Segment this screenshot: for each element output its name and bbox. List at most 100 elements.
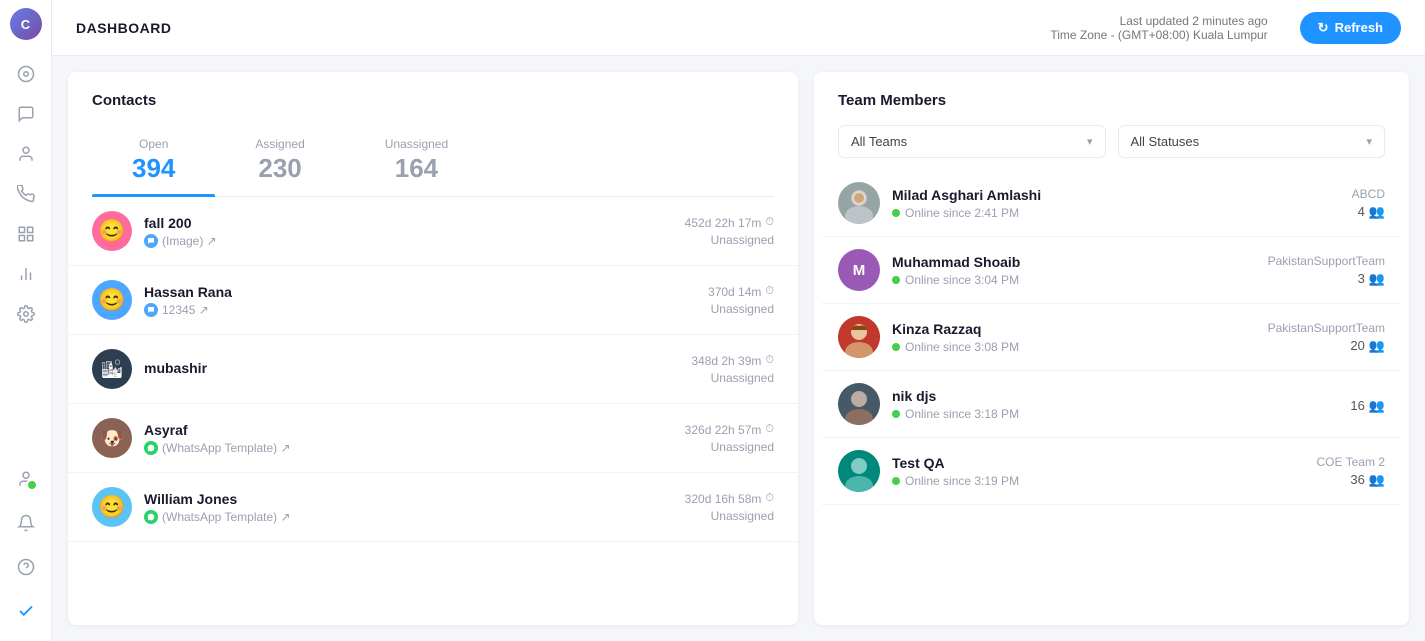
team-member-item[interactable]: Test QA Online since 3:19 PM COE Team 2 … bbox=[822, 438, 1401, 505]
member-status: Online since 2:41 PM bbox=[892, 206, 1340, 220]
contact-item[interactable]: 😊 Hassan Rana 12345 ↗ 370d 14m ⏱ Unassig… bbox=[68, 266, 798, 335]
contacts-tabs: Open 394 Assigned 230 Unassigned 164 bbox=[92, 125, 774, 197]
member-meta: PakistanSupportTeam 3 👥 bbox=[1268, 254, 1385, 287]
people-icon: 👥 bbox=[1369, 472, 1385, 488]
member-name: nik djs bbox=[892, 388, 1338, 404]
contact-avatar: 😊 bbox=[92, 280, 132, 320]
contact-sub: 12345 ↗ bbox=[144, 303, 696, 317]
contact-meta: 320d 16h 58m ⏱ Unassigned bbox=[685, 492, 774, 523]
tab-assigned-value: 230 bbox=[255, 153, 304, 184]
contact-channel-label: (WhatsApp Template) ↗ bbox=[162, 510, 291, 524]
sidebar-item-broadcast[interactable] bbox=[8, 176, 44, 212]
contact-item[interactable]: 😊 fall 200 (Image) ↗ 452d 22h 17m ⏱ Unas… bbox=[68, 197, 798, 266]
member-team: PakistanSupportTeam bbox=[1268, 321, 1385, 335]
contact-time: 370d 14m ⏱ bbox=[708, 285, 774, 299]
contact-info: mubashir bbox=[132, 360, 691, 379]
team-member-item[interactable]: Kinza Razzaq Online since 3:08 PM Pakist… bbox=[822, 304, 1401, 371]
member-avatar bbox=[838, 182, 880, 224]
contact-info: William Jones (WhatsApp Template) ↗ bbox=[132, 491, 685, 524]
member-name: Milad Asghari Amlashi bbox=[892, 187, 1340, 203]
contact-status: Unassigned bbox=[708, 302, 774, 316]
refresh-label: Refresh bbox=[1335, 20, 1383, 35]
contact-time: 326d 22h 57m ⏱ bbox=[685, 423, 774, 437]
contact-status: Unassigned bbox=[685, 509, 774, 523]
online-dot bbox=[892, 343, 900, 351]
member-meta: ABCD 4 👥 bbox=[1352, 187, 1385, 220]
sidebar-item-agents[interactable] bbox=[8, 461, 44, 497]
contact-info: fall 200 (Image) ↗ bbox=[132, 215, 685, 248]
team-member-item[interactable]: nik djs Online since 3:18 PM 16 👥 bbox=[822, 371, 1401, 438]
contact-sub: (WhatsApp Template) ↗ bbox=[144, 441, 673, 455]
contact-item[interactable]: 🏙 mubashir 348d 2h 39m ⏱ Unassigned bbox=[68, 335, 798, 404]
member-meta: 16 👥 bbox=[1350, 395, 1385, 414]
sidebar-item-settings[interactable] bbox=[8, 296, 44, 332]
contact-name: Asyraf bbox=[144, 422, 673, 438]
contact-sub: (Image) ↗ bbox=[144, 234, 673, 248]
member-count: 20 👥 bbox=[1268, 338, 1385, 354]
contact-item[interactable]: 😊 William Jones (WhatsApp Template) ↗ 32… bbox=[68, 473, 798, 542]
member-info: Milad Asghari Amlashi Online since 2:41 … bbox=[880, 187, 1352, 220]
contact-channel-label: 12345 ↗ bbox=[162, 303, 209, 317]
sidebar-item-chat[interactable] bbox=[8, 96, 44, 132]
contact-name: William Jones bbox=[144, 491, 673, 507]
header-info: Last updated 2 minutes ago Time Zone - (… bbox=[1050, 14, 1267, 42]
contact-item[interactable]: 🐶 Asyraf (WhatsApp Template) ↗ 326d 22h … bbox=[68, 404, 798, 473]
member-info: Muhammad Shoaib Online since 3:04 PM bbox=[880, 254, 1268, 287]
sidebar-avatar[interactable]: C bbox=[10, 8, 42, 40]
contact-status: Unassigned bbox=[685, 233, 774, 247]
contacts-title: Contacts bbox=[92, 92, 774, 109]
contact-channel-label: (Image) ↗ bbox=[162, 234, 217, 248]
sidebar-item-org[interactable] bbox=[8, 216, 44, 252]
tab-unassigned[interactable]: Unassigned 164 bbox=[345, 125, 488, 196]
refresh-icon: ↻ bbox=[1318, 20, 1329, 36]
online-dot bbox=[892, 209, 900, 217]
contact-time: 320d 16h 58m ⏱ bbox=[685, 492, 774, 506]
online-dot bbox=[892, 477, 900, 485]
sidebar-item-reports[interactable] bbox=[8, 256, 44, 292]
tab-assigned-label: Assigned bbox=[255, 137, 304, 151]
contact-meta: 326d 22h 57m ⏱ Unassigned bbox=[685, 423, 774, 454]
filter-statuses[interactable]: All Statuses ▾ bbox=[1118, 125, 1386, 158]
filter-teams[interactable]: All Teams ▾ bbox=[838, 125, 1106, 158]
tab-assigned[interactable]: Assigned 230 bbox=[215, 125, 344, 196]
channel-icon bbox=[144, 510, 158, 524]
member-count: 3 👥 bbox=[1268, 271, 1385, 287]
tab-unassigned-label: Unassigned bbox=[385, 137, 448, 151]
member-status: Online since 3:19 PM bbox=[892, 474, 1305, 488]
online-dot bbox=[892, 410, 900, 418]
member-name: Kinza Razzaq bbox=[892, 321, 1256, 337]
sidebar-item-check[interactable] bbox=[8, 593, 44, 629]
team-member-item[interactable]: M Muhammad Shoaib Online since 3:04 PM P… bbox=[822, 237, 1401, 304]
member-info: Kinza Razzaq Online since 3:08 PM bbox=[880, 321, 1268, 354]
member-count: 16 👥 bbox=[1350, 398, 1385, 414]
contact-name: mubashir bbox=[144, 360, 679, 376]
page-title: DASHBOARD bbox=[76, 20, 172, 36]
contact-info: Asyraf (WhatsApp Template) ↗ bbox=[132, 422, 685, 455]
contact-avatar: 😊 bbox=[92, 487, 132, 527]
contact-name: Hassan Rana bbox=[144, 284, 696, 300]
refresh-button[interactable]: ↻ Refresh bbox=[1300, 12, 1401, 44]
main-content: DASHBOARD Last updated 2 minutes ago Tim… bbox=[52, 0, 1425, 641]
contact-channel-label: (WhatsApp Template) ↗ bbox=[162, 441, 291, 455]
member-meta: COE Team 2 36 👥 bbox=[1317, 455, 1385, 488]
contact-avatar: 🏙 bbox=[92, 349, 132, 389]
sidebar-item-help[interactable] bbox=[8, 549, 44, 585]
team-member-item[interactable]: Milad Asghari Amlashi Online since 2:41 … bbox=[822, 170, 1401, 237]
contact-status: Unassigned bbox=[691, 371, 774, 385]
dashboard-body: Contacts Open 394 Assigned 230 Unassigne… bbox=[52, 56, 1425, 641]
filter-statuses-label: All Statuses bbox=[1131, 134, 1200, 149]
member-avatar bbox=[838, 383, 880, 425]
member-status: Online since 3:04 PM bbox=[892, 273, 1256, 287]
sidebar-item-contacts[interactable] bbox=[8, 136, 44, 172]
sidebar-item-home[interactable] bbox=[8, 56, 44, 92]
member-meta: PakistanSupportTeam 20 👥 bbox=[1268, 321, 1385, 354]
channel-icon bbox=[144, 234, 158, 248]
team-header: Team Members All Teams ▾ All Statuses ▾ bbox=[814, 72, 1409, 170]
chevron-down-icon: ▾ bbox=[1366, 135, 1372, 148]
team-filters: All Teams ▾ All Statuses ▾ bbox=[838, 125, 1385, 158]
team-list: Milad Asghari Amlashi Online since 2:41 … bbox=[814, 170, 1409, 625]
sidebar-item-notifications[interactable] bbox=[8, 505, 44, 541]
tab-open[interactable]: Open 394 bbox=[92, 125, 215, 196]
people-icon: 👥 bbox=[1369, 398, 1385, 414]
header: DASHBOARD Last updated 2 minutes ago Tim… bbox=[52, 0, 1425, 56]
